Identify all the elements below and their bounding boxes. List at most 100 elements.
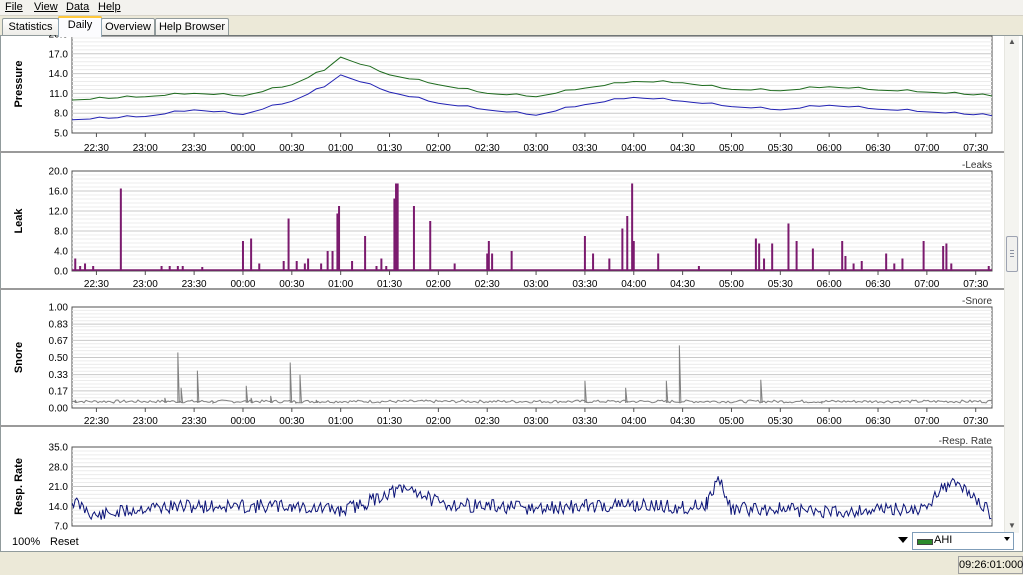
- tab-statistics[interactable]: Statistics: [2, 18, 59, 36]
- x-tick-label: 00:30: [279, 279, 304, 290]
- x-tick-label: 01:00: [328, 416, 353, 427]
- x-tick-label: 23:30: [182, 143, 207, 154]
- menu-file[interactable]: File: [5, 1, 23, 13]
- y-tick-label: 12.0: [49, 207, 69, 218]
- x-tick-label: 05:00: [719, 416, 744, 427]
- x-tick-label: 03:00: [524, 143, 549, 154]
- x-tick-label: 22:30: [84, 416, 109, 427]
- graph-1: 5.08.011.014.017.020.0Pressure22:30 23:00…: [13, 35, 993, 154]
- graph-2: 0.0 4.0 8.0 12.0 16.0 20.0 Leak -Leaks 22:30 23:0…: [13, 160, 993, 290]
- x-tick-label: 06:00: [817, 143, 842, 154]
- x-tick-label: 05:30: [768, 416, 793, 427]
- x-tick-label: 04:30: [670, 143, 695, 154]
- menu-help[interactable]: Help: [98, 1, 121, 13]
- x-tick-label: 07:30: [963, 279, 988, 290]
- x-tick-label: 06:30: [866, 143, 891, 154]
- legend-label: -Snore: [962, 296, 992, 307]
- x-tick-label: 05:30: [768, 279, 793, 290]
- daily-graphs[interactable]: 5.0 8.0 11.0 14.0 17.0 20.0 Pressure 22:30 23:00…: [0, 35, 1004, 533]
- x-tick-label: 03:00: [524, 279, 549, 290]
- y-tick-label: 0.33: [49, 370, 69, 381]
- x-tick-label: 06:30: [866, 416, 891, 427]
- x-tick-label: 06:30: [866, 279, 891, 290]
- y-tick-label: 0.67: [49, 336, 69, 347]
- y-tick-label: 0.83: [49, 320, 69, 331]
- x-tick-label: 05:30: [768, 143, 793, 154]
- scroll-up-icon[interactable]: ▲: [1008, 38, 1016, 46]
- scroll-down-icon[interactable]: ▼: [1008, 522, 1016, 530]
- x-tick-label: 00:30: [279, 416, 304, 427]
- x-tick-label: 03:30: [572, 279, 597, 290]
- y-axis-label: Snore: [13, 342, 25, 373]
- y-tick-label: 20.0: [49, 167, 69, 178]
- event-type-select[interactable]: AHI: [912, 532, 1014, 550]
- x-tick-label: 00:00: [230, 416, 255, 427]
- x-tick-label: 01:00: [328, 143, 353, 154]
- menu-bar: File View Data Help: [0, 0, 1023, 16]
- y-tick-label: 0.50: [49, 353, 69, 364]
- plot-area: [71, 170, 993, 272]
- x-tick-label: 07:30: [963, 143, 988, 154]
- x-tick-label: 04:00: [621, 279, 646, 290]
- y-tick-label: 35.0: [49, 443, 69, 454]
- legend-label: -Leaks: [962, 160, 992, 171]
- graph-3: 0.00 0.17 0.33 0.50 0.67 0.83 1.00 Snore -Snore 2…: [13, 296, 993, 427]
- event-color-swatch: [917, 539, 933, 545]
- y-axis-label: Leak: [13, 208, 25, 234]
- x-tick-label: 04:00: [621, 143, 646, 154]
- reset-button[interactable]: Reset: [50, 536, 79, 548]
- x-tick-label: 03:00: [524, 416, 549, 427]
- x-tick-label: 05:00: [719, 279, 744, 290]
- tab-help-browser[interactable]: Help Browser: [155, 18, 229, 36]
- x-tick-label: 04:00: [621, 416, 646, 427]
- tab-daily[interactable]: Daily: [58, 16, 102, 37]
- status-time: 09:26:01:000: [958, 556, 1023, 574]
- y-tick-label: 0.17: [49, 386, 69, 397]
- y-tick-label: 0.0: [54, 267, 68, 278]
- x-tick-label: 01:30: [377, 279, 402, 290]
- x-tick-label: 22:30: [84, 279, 109, 290]
- y-tick-label: 4.0: [54, 247, 68, 258]
- x-tick-label: 07:00: [914, 416, 939, 427]
- x-tick-label: 07:00: [914, 279, 939, 290]
- dropdown-triangle-icon[interactable]: [898, 537, 908, 543]
- y-tick-label: 28.0: [49, 462, 69, 473]
- x-tick-label: 02:00: [426, 416, 451, 427]
- x-tick-label: 06:00: [817, 416, 842, 427]
- vertical-scrollbar[interactable]: ▲ ▼: [1004, 36, 1019, 533]
- zoom-level: 100%: [12, 536, 41, 548]
- y-tick-label: 17.0: [49, 49, 69, 60]
- y-tick-label: 1.00: [49, 303, 69, 314]
- x-tick-label: 02:00: [426, 279, 451, 290]
- x-tick-label: 00:30: [279, 143, 304, 154]
- x-tick-label: 04:30: [670, 279, 695, 290]
- scroll-thumb[interactable]: [1006, 236, 1018, 272]
- x-tick-label: 00:00: [230, 279, 255, 290]
- x-tick-label: 03:30: [572, 143, 597, 154]
- x-tick-label: 04:30: [670, 416, 695, 427]
- x-tick-label: 22:30: [84, 143, 109, 154]
- x-tick-label: 00:00: [230, 143, 255, 154]
- x-tick-label: 23:30: [182, 416, 207, 427]
- y-tick-label: 5.0: [54, 129, 68, 140]
- x-tick-label: 03:30: [572, 416, 597, 427]
- y-tick-label: 7.0: [54, 522, 68, 533]
- x-tick-label: 02:00: [426, 143, 451, 154]
- x-tick-label: 02:30: [475, 279, 500, 290]
- y-tick-label: 11.0: [49, 89, 68, 100]
- y-tick-label: 0.00: [49, 404, 69, 415]
- menu-view[interactable]: View: [34, 1, 58, 13]
- plot-area: [71, 35, 993, 134]
- x-tick-label: 06:00: [817, 279, 842, 290]
- y-axis-label: Resp. Rate: [13, 458, 25, 515]
- x-tick-label: 23:00: [133, 279, 158, 290]
- event-type-label: AHI: [934, 534, 953, 546]
- x-tick-label: 02:30: [475, 416, 500, 427]
- y-tick-label: 14.0: [49, 69, 69, 80]
- y-tick-label: 16.0: [49, 187, 69, 198]
- graph-4: 7.0 14.0 21.0 28.0 35.0 Resp. Rate -Resp. Rate: [13, 436, 993, 533]
- tab-overview[interactable]: Overview: [101, 18, 155, 36]
- y-tick-label: 21.0: [49, 482, 69, 493]
- x-tick-label: 02:30: [475, 143, 500, 154]
- menu-data[interactable]: Data: [66, 1, 89, 13]
